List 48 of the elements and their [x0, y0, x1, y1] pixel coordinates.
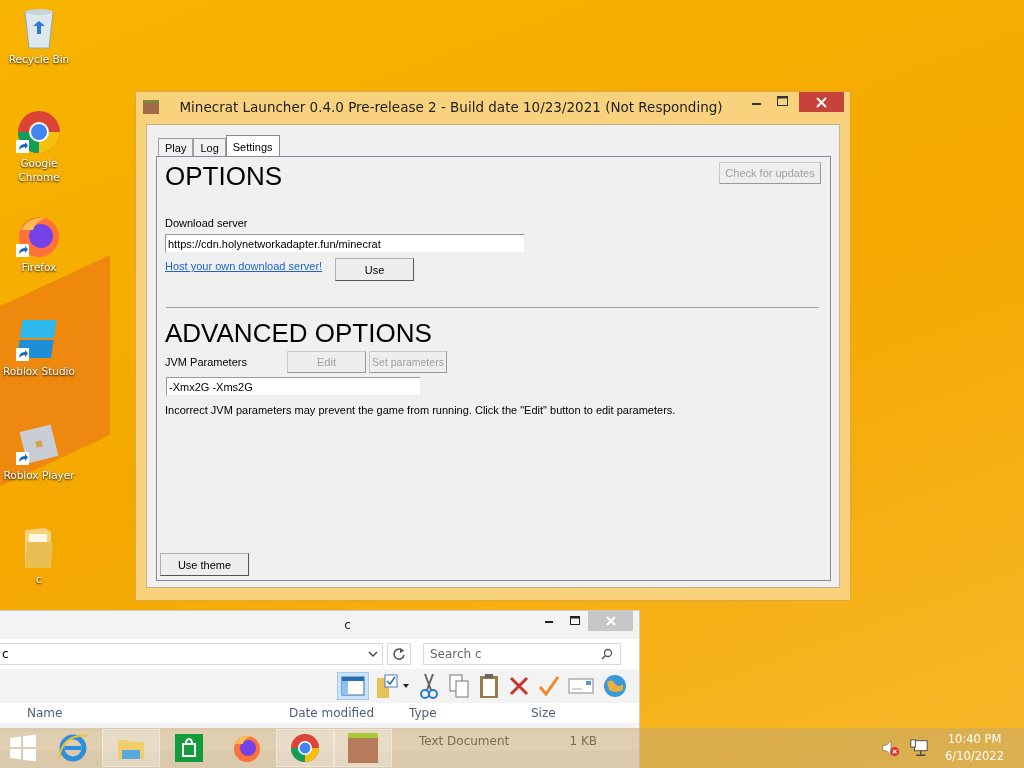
field-label: JVM Parameters — [165, 356, 248, 368]
section-heading: OPTIONS — [165, 161, 282, 191]
network-icon[interactable] — [909, 738, 930, 758]
column-header[interactable]: Size — [523, 706, 603, 720]
search-field[interactable]: Search c — [423, 643, 621, 665]
column-header[interactable]: Type — [401, 706, 523, 720]
tab[interactable]: Play — [158, 138, 194, 156]
field-label: Download server — [165, 217, 249, 229]
clock-date: 6/10/2022 — [945, 748, 1004, 765]
download-server-field[interactable]: https://cdn.holynetworkadapter.fun/minecrat — [165, 234, 525, 253]
preview-pane-button[interactable] — [337, 672, 369, 700]
desktop-icon-label: Google Chrome — [17, 156, 61, 184]
window-title: c — [343, 618, 352, 632]
clock-time: 10:40 PM — [947, 731, 1002, 748]
desktop-icon-label: Firefox — [20, 260, 58, 274]
tab[interactable]: Settings — [225, 135, 280, 156]
use-button[interactable]: Use — [335, 258, 415, 281]
desktop-icon-label: Roblox Studio — [2, 364, 76, 378]
desktop-icon-label: Recycle Bin — [7, 52, 71, 66]
launcher-app-icon — [143, 100, 159, 114]
window-title: Minecrat Launcher 0.4.0 Pre-release 2 - Build date 10/23/2021 (Not Responding) — [178, 99, 724, 115]
speaker-muted-icon[interactable] — [881, 738, 902, 758]
chevron-down-icon — [368, 651, 378, 657]
size-cell-text: 1 KB — [568, 734, 598, 748]
clipboard-icon[interactable] — [477, 672, 501, 700]
desktop-icon-label: Roblox Player — [2, 468, 76, 482]
taskbar-button[interactable] — [276, 729, 334, 767]
launcher-app-icon — [347, 732, 379, 764]
browser-e-icon — [57, 732, 89, 764]
folder-check-icon[interactable] — [375, 672, 411, 700]
close-button[interactable] — [799, 92, 844, 112]
desktop-icon-label: c — [35, 572, 43, 586]
tab[interactable]: Log — [193, 138, 226, 156]
column-header[interactable]: Name — [19, 706, 281, 720]
warning-text: Incorrect JVM parameters may prevent the game from running. Click the "Edit" button to edit parameters. — [165, 404, 677, 416]
cut-icon[interactable] — [417, 672, 441, 700]
jvm-parameters-field[interactable]: -Xmx2G -Xms2G — [166, 377, 421, 396]
chrome-icon — [15, 108, 63, 156]
search-icon — [601, 648, 613, 660]
host-server-link[interactable]: Host your own download server! — [165, 260, 323, 272]
refresh-button[interactable] — [387, 643, 411, 665]
type-cell-text: Text Document — [418, 734, 511, 748]
section-heading: ADVANCED OPTIONS — [165, 318, 433, 348]
address-bar[interactable]: c — [0, 643, 383, 665]
globe-icon[interactable] — [601, 672, 629, 700]
column-header[interactable]: Date modified — [281, 706, 401, 720]
taskbar-button[interactable] — [334, 729, 392, 767]
use-theme-button[interactable]: Use theme — [160, 553, 249, 576]
